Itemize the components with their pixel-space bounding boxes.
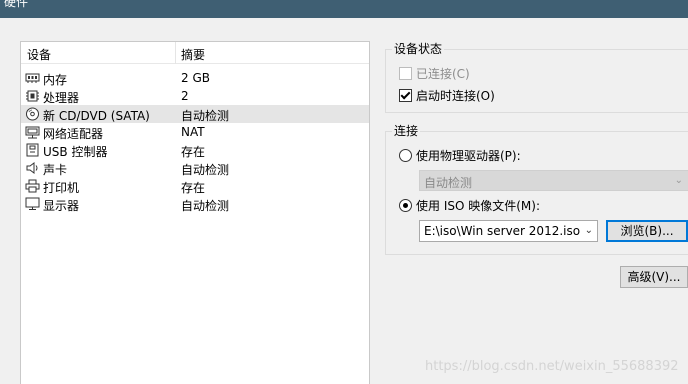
column-header-device[interactable]: 设备 (27, 46, 51, 63)
device-row-network[interactable]: 网络适配器 NAT (21, 123, 369, 141)
device-row-memory[interactable]: 内存 2 GB (21, 69, 369, 87)
device-row-printer[interactable]: 打印机 存在 (21, 177, 369, 195)
iso-path-combobox[interactable]: E:\iso\Win server 2012.iso ⌄ (419, 220, 598, 242)
connected-label: 已连接(C) (416, 67, 470, 81)
watermark-text: https://blog.csdn.net/weixin_55688392 (425, 359, 679, 374)
connect-at-power-on-box[interactable] (399, 89, 412, 102)
advanced-button[interactable]: 高级(V)... (620, 266, 688, 288)
column-divider[interactable] (175, 42, 176, 64)
speaker-icon (25, 161, 40, 175)
network-icon (25, 125, 40, 139)
cd-dvd-icon (25, 107, 40, 121)
device-name: 显示器 (43, 199, 80, 213)
device-status-title: 设备状态 (392, 42, 445, 56)
device-summary: 2 GB (181, 71, 210, 85)
device-name: 打印机 (43, 181, 80, 195)
cpu-icon (25, 89, 40, 103)
device-list-header: 设备 摘要 (21, 42, 369, 64)
window-title: 硬件 (4, 0, 29, 9)
radio-selected-dot (403, 203, 408, 208)
device-row-cd-dvd[interactable]: 新 CD/DVD (SATA) 自动检测 (21, 105, 369, 123)
iso-image-radio[interactable]: 使用 ISO 映像文件(M): (399, 197, 540, 214)
iso-image-radio-circle[interactable] (399, 199, 412, 212)
physical-drive-radio[interactable]: 使用物理驱动器(P): (399, 147, 521, 164)
usb-icon (25, 143, 40, 157)
iso-path-value: E:\iso\Win server 2012.iso (424, 224, 581, 238)
chevron-down-icon: ⌄ (674, 175, 683, 186)
device-summary: 自动检测 (181, 163, 230, 177)
device-name: 内存 (43, 73, 68, 87)
device-summary: 存在 (181, 181, 206, 195)
device-name: 处理器 (43, 91, 80, 105)
physical-drive-label: 使用物理驱动器(P): (416, 149, 521, 163)
column-header-summary[interactable]: 摘要 (181, 46, 205, 63)
physical-drive-select[interactable]: 自动检测 ⌄ (419, 170, 688, 191)
connected-checkbox[interactable]: 已连接(C) (399, 65, 470, 82)
printer-icon (25, 179, 40, 193)
chevron-down-icon: ⌄ (584, 225, 593, 236)
device-summary: 自动检测 (181, 199, 230, 213)
physical-drive-radio-circle[interactable] (399, 149, 412, 162)
device-name: USB 控制器 (43, 145, 108, 159)
device-summary: 存在 (181, 145, 206, 159)
device-row-usb[interactable]: USB 控制器 存在 (21, 141, 369, 159)
device-row-display[interactable]: 显示器 自动检测 (21, 195, 369, 213)
checkmark-icon (400, 89, 411, 100)
connected-checkbox-box[interactable] (399, 67, 412, 80)
device-list[interactable]: 设备 摘要 内存 2 GB 处理器 2 新 CD/DVD (SATA) 自动检测… (20, 41, 370, 384)
connect-at-power-on-label: 启动时连接(O) (416, 89, 495, 103)
monitor-icon (25, 197, 40, 211)
physical-drive-value: 自动检测 (424, 176, 473, 190)
window-title-bar: 硬件 (0, 0, 688, 18)
device-row-processor[interactable]: 处理器 2 (21, 87, 369, 105)
device-summary: 自动检测 (181, 109, 230, 123)
memory-icon (25, 71, 40, 85)
connection-title: 连接 (392, 124, 421, 138)
device-row-sound[interactable]: 声卡 自动检测 (21, 159, 369, 177)
browse-button[interactable]: 浏览(B)... (606, 220, 688, 242)
device-name: 声卡 (43, 163, 68, 177)
device-summary: 2 (181, 89, 189, 103)
device-name: 网络适配器 (43, 127, 104, 141)
device-summary: NAT (181, 125, 205, 139)
connect-at-power-on-checkbox[interactable]: 启动时连接(O) (399, 87, 495, 104)
iso-image-label: 使用 ISO 映像文件(M): (416, 199, 540, 213)
device-name: 新 CD/DVD (SATA) (43, 109, 150, 123)
